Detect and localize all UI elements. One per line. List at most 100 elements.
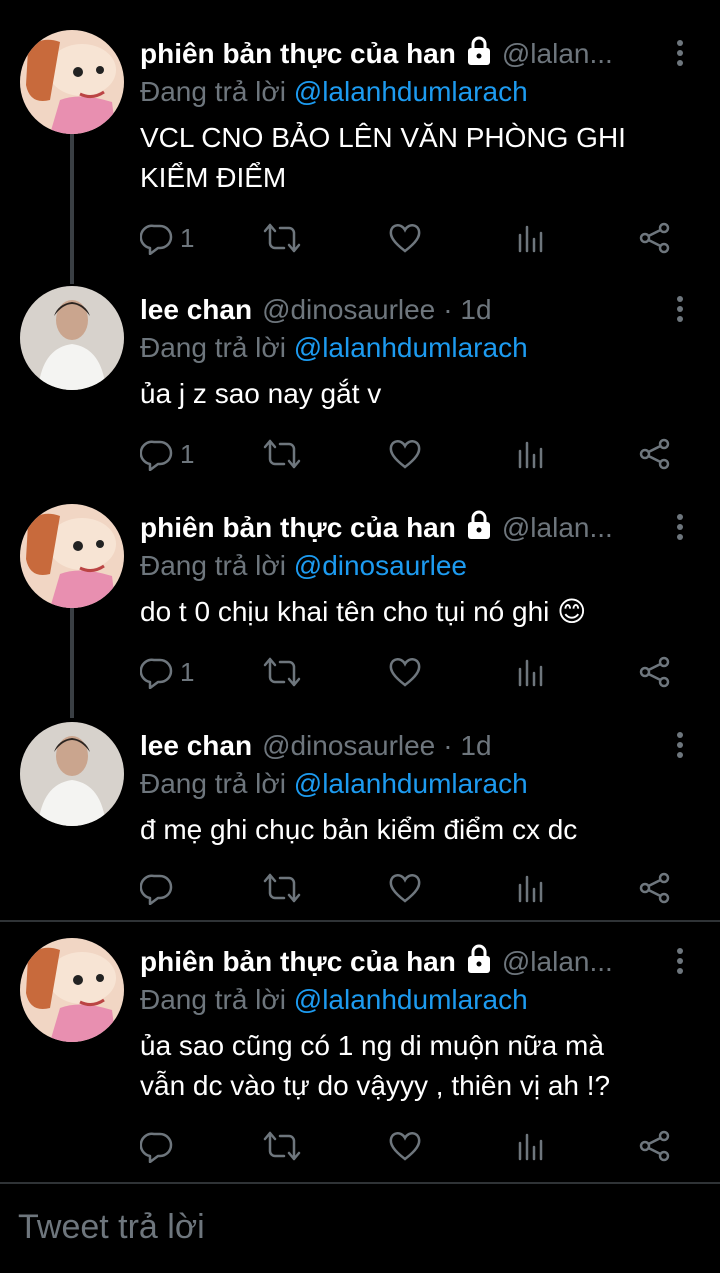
analytics-icon [518,225,543,253]
retweet-icon [263,657,301,687]
avatar[interactable] [20,286,124,390]
replying-to-label: Đang trả lời [140,332,286,363]
share-button[interactable] [638,1126,672,1166]
timestamp[interactable]: · 1d [443,294,491,326]
more-icon[interactable] [670,730,690,760]
more-icon[interactable] [670,294,690,324]
avatar[interactable] [20,30,124,134]
replying-to: Đang trả lời @lalanhdumlarach [140,76,528,108]
tweet[interactable]: lee chan @dinosaurlee · 1d Đang trả lời … [0,722,720,918]
tweet-actions: 1 [140,218,680,258]
analytics-button[interactable] [516,434,546,474]
cartoon-avatar-image [20,30,124,134]
lock-icon [464,944,494,981]
more-icon[interactable] [670,946,690,976]
like-button[interactable] [388,434,422,474]
display-name[interactable]: phiên bản thực của han [140,946,456,978]
tweet-text: do t 0 chịu khai tên cho tụi nó ghi 😊 [140,592,680,632]
replying-to-label: Đang trả lời [140,984,286,1015]
like-button[interactable] [388,218,422,258]
tweet-text-line: vẫn dc vào tự do vậyyy , thiên vị ah !? [140,1070,611,1101]
reply-input[interactable]: Tweet trả lời [18,1208,205,1247]
replying-to-label: Đang trả lời [140,550,286,581]
tweet-text: ủa sao cũng có 1 ng di muộn nữa mà vẫn d… [140,1026,680,1106]
reply-button[interactable]: 1 [140,652,194,692]
reply-count: 1 [180,222,195,253]
analytics-button[interactable] [516,652,546,692]
mention-link[interactable]: @lalanhdumlarach [294,76,528,107]
share-button[interactable] [638,218,672,258]
like-icon [389,223,421,253]
reply-composer[interactable]: Tweet trả lời [0,1182,720,1273]
handle[interactable]: @lalan... [502,946,613,978]
tweet-text: ủa j z sao nay gắt v [140,374,680,414]
reply-button[interactable] [140,1126,180,1166]
timestamp[interactable]: · 1d [443,730,491,762]
profile-photo [20,722,124,826]
retweet-button[interactable] [262,652,302,692]
avatar[interactable] [20,722,124,826]
avatar[interactable] [20,504,124,608]
reply-count: 1 [180,656,195,687]
tweet-text-line: KIỂM ĐIỂM [140,162,287,193]
tweet-actions: 1 [140,652,680,692]
mention-link[interactable]: @lalanhdumlarach [294,984,528,1015]
share-icon [639,1130,670,1162]
avatar[interactable] [20,938,124,1042]
retweet-icon [263,873,301,903]
tweet-actions [140,1126,680,1166]
retweet-button[interactable] [262,868,302,908]
share-icon [639,872,670,904]
reply-button[interactable]: 1 [140,434,194,474]
analytics-button[interactable] [516,868,546,908]
tweet-header: lee chan @dinosaurlee · 1d [140,726,660,766]
lock-icon [464,36,494,73]
like-button[interactable] [388,868,422,908]
share-button[interactable] [638,868,672,908]
handle[interactable]: @lalan... [502,512,613,544]
tweet-actions [140,868,680,908]
cartoon-avatar-image [20,504,124,608]
retweet-icon [263,223,301,253]
tweet[interactable]: phiên bản thực của han @lalan... Đang tr… [0,504,720,704]
tweet-actions: 1 [140,434,680,474]
display-name[interactable]: phiên bản thực của han [140,38,456,70]
display-name[interactable]: lee chan [140,730,252,762]
more-icon[interactable] [670,38,690,68]
reply-button[interactable]: 1 [140,218,194,258]
display-name[interactable]: lee chan [140,294,252,326]
mention-link[interactable]: @dinosaurlee [294,550,467,581]
like-icon [389,439,421,469]
like-button[interactable] [388,652,422,692]
tweet-header: phiên bản thực của han @lalan... [140,34,660,74]
analytics-icon [518,441,543,469]
retweet-icon [263,1131,301,1161]
analytics-icon [518,659,543,687]
retweet-button[interactable] [262,1126,302,1166]
retweet-button[interactable] [262,434,302,474]
share-button[interactable] [638,434,672,474]
reply-icon [140,440,173,471]
handle[interactable]: @lalan... [502,38,613,70]
tweet-text-line: đ mẹ ghi chục bản kiểm điểm cx dc [140,814,578,845]
tweet[interactable]: phiên bản thực của han @lalan... Đang tr… [0,30,720,270]
analytics-button[interactable] [516,218,546,258]
share-button[interactable] [638,652,672,692]
mention-link[interactable]: @lalanhdumlarach [294,332,528,363]
like-button[interactable] [388,1126,422,1166]
handle[interactable]: @dinosaurlee [262,730,435,762]
analytics-button[interactable] [516,1126,546,1166]
more-icon[interactable] [670,512,690,542]
replying-to: Đang trả lời @lalanhdumlarach [140,332,528,364]
like-icon [389,657,421,687]
mention-link[interactable]: @lalanhdumlarach [294,768,528,799]
handle[interactable]: @dinosaurlee [262,294,435,326]
display-name[interactable]: phiên bản thực của han [140,512,456,544]
tweet[interactable]: phiên bản thực của han @lalan... Đang tr… [0,938,720,1178]
retweet-button[interactable] [262,218,302,258]
tweet-text-line: ủa j z sao nay gắt v [140,378,382,409]
reply-button[interactable] [140,868,180,908]
tweet-text: VCL CNO BẢO LÊN VĂN PHÒNG GHI KIỂM ĐIỂM [140,118,680,198]
tweet[interactable]: lee chan @dinosaurlee · 1d Đang trả lời … [0,286,720,486]
analytics-icon [518,1133,543,1161]
